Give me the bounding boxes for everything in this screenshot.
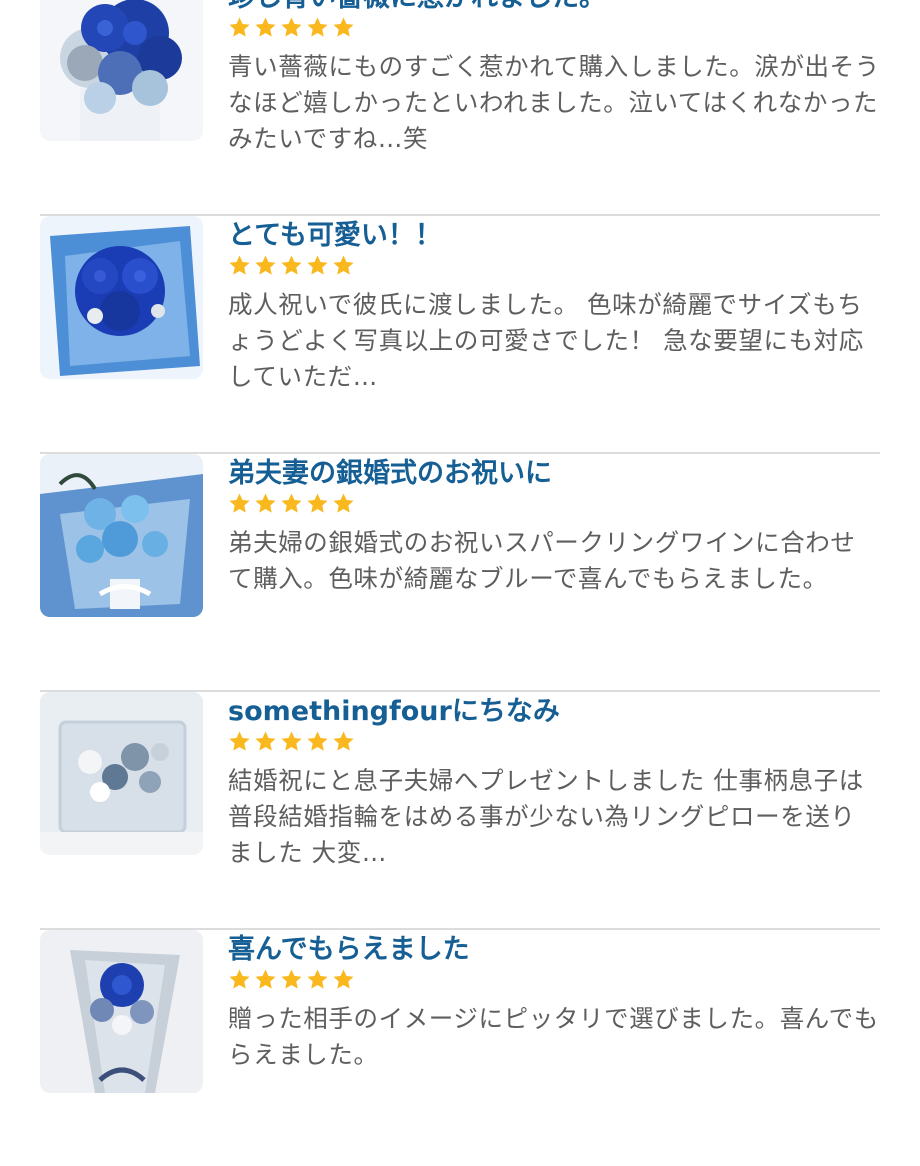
star-icon xyxy=(229,969,250,989)
review-item[interactable]: 喜んでもらえました 贈った相手のイメージにピッタリで選びました。喜んでもらえまし… xyxy=(40,930,880,1166)
review-body: 青い薔薇にものすごく惹かれて購入しました。涙が出そうなほど嬉しかったといわれまし… xyxy=(228,52,880,153)
star-icon xyxy=(229,255,250,275)
star-rating xyxy=(228,16,880,46)
star-icon xyxy=(255,731,276,751)
star-icon xyxy=(333,731,354,751)
star-icon xyxy=(229,731,250,751)
review-title[interactable]: とても可愛い！！ xyxy=(228,219,880,253)
review-title[interactable]: 珍し青い薔薇に惹かれました。 xyxy=(228,0,880,15)
star-icon xyxy=(281,493,302,513)
star-icon xyxy=(307,17,328,37)
star-icon xyxy=(281,17,302,37)
star-icon xyxy=(255,17,276,37)
ring-pillow-image[interactable] xyxy=(40,692,203,855)
review-content: とても可愛い！！ 成人祝いで彼氏に渡しました。 色味が綺麗でサイズもちょうどよく… xyxy=(228,216,880,395)
single-rose-bouquet-image[interactable] xyxy=(40,930,203,1093)
blue-rose-arrangement-image[interactable] xyxy=(40,0,203,141)
star-icon xyxy=(229,17,250,37)
review-item[interactable]: 珍し青い薔薇に惹かれました。 青い薔薇にものすごく惹かれて購入しました。涙が出そ… xyxy=(40,0,880,216)
star-rating xyxy=(228,254,880,284)
star-icon xyxy=(333,255,354,275)
review-title[interactable]: somethingfourにちなみ xyxy=(228,695,880,729)
review-title[interactable]: 弟夫妻の銀婚式のお祝いに xyxy=(228,457,880,491)
review-content: 弟夫妻の銀婚式のお祝いに 弟夫婦の銀婚式のお祝いスパークリングワインに合わせて購… xyxy=(228,454,880,597)
star-icon xyxy=(255,969,276,989)
review-content: 喜んでもらえました 贈った相手のイメージにピッタリで選びました。喜んでもらえまし… xyxy=(228,930,880,1073)
review-content: 珍し青い薔薇に惹かれました。 青い薔薇にものすごく惹かれて購入しました。涙が出そ… xyxy=(228,0,880,157)
star-icon xyxy=(281,969,302,989)
star-icon xyxy=(333,969,354,989)
review-body: 結婚祝にと息子夫婦へプレゼントしました 仕事柄息子は普段結婚指輪をはめる事が少な… xyxy=(228,766,864,867)
star-icon xyxy=(307,969,328,989)
star-icon xyxy=(307,255,328,275)
review-item[interactable]: 弟夫妻の銀婚式のお祝いに 弟夫婦の銀婚式のお祝いスパークリングワインに合わせて購… xyxy=(40,454,880,692)
review-body: 弟夫婦の銀婚式のお祝いスパークリングワインに合わせて購入。色味が綺麗なブルーで喜… xyxy=(228,528,856,593)
star-icon xyxy=(229,493,250,513)
star-icon xyxy=(307,493,328,513)
star-icon xyxy=(281,731,302,751)
star-icon xyxy=(333,17,354,37)
review-content: somethingfourにちなみ 結婚祝にと息子夫婦へプレゼントしました 仕事… xyxy=(228,692,880,871)
review-body: 成人祝いで彼氏に渡しました。 色味が綺麗でサイズもちょうどよく写真以上の可愛さで… xyxy=(228,290,864,391)
star-icon xyxy=(255,493,276,513)
star-rating xyxy=(228,730,880,760)
review-title[interactable]: 喜んでもらえました xyxy=(228,933,880,967)
star-icon xyxy=(255,255,276,275)
star-rating xyxy=(228,492,880,522)
light-blue-bouquet-image[interactable] xyxy=(40,454,203,617)
review-item[interactable]: とても可愛い！！ 成人祝いで彼氏に渡しました。 色味が綺麗でサイズもちょうどよく… xyxy=(40,216,880,454)
star-icon xyxy=(333,493,354,513)
review-item[interactable]: somethingfourにちなみ 結婚祝にと息子夫婦へプレゼントしました 仕事… xyxy=(40,692,880,930)
star-rating xyxy=(228,968,880,998)
review-list: 珍し青い薔薇に惹かれました。 青い薔薇にものすごく惹かれて購入しました。涙が出そ… xyxy=(0,0,920,1166)
star-icon xyxy=(281,255,302,275)
review-body: 贈った相手のイメージにピッタリで選びました。喜んでもらえました。 xyxy=(228,1004,879,1069)
star-icon xyxy=(307,731,328,751)
blue-rose-bouquet-image[interactable] xyxy=(40,216,203,379)
